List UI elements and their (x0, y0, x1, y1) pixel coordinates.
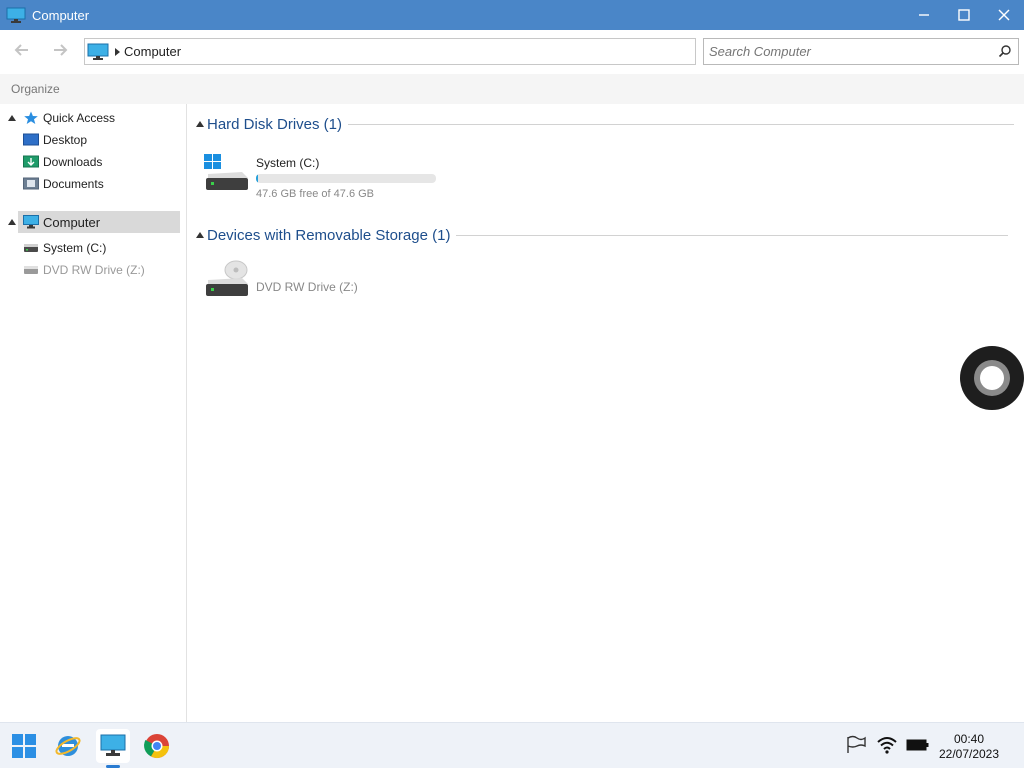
computer-icon (23, 215, 39, 229)
taskbar-internet-explorer[interactable] (51, 729, 85, 763)
assistive-core (980, 366, 1004, 390)
window-title: Computer (32, 7, 90, 23)
title-bar[interactable]: Computer (0, 0, 1024, 30)
group-divider (456, 234, 1009, 236)
command-bar: Organize (0, 74, 1024, 104)
expand-arrow-icon[interactable] (8, 115, 16, 121)
computer-icon (100, 734, 126, 756)
taskbar-chrome[interactable] (140, 729, 174, 763)
documents-folder-icon (23, 177, 39, 191)
sidebar-item-dvd-drive[interactable]: DVD RW Drive (Z:) (0, 259, 187, 281)
internet-explorer-icon (55, 736, 81, 756)
sidebar-item-label: System (C:) (43, 241, 107, 255)
navigation-pane: Quick Access Desktop Downloads Documents… (0, 104, 187, 722)
computer-icon (87, 43, 109, 61)
drive-usage-fill (256, 174, 258, 183)
start-button[interactable] (7, 729, 41, 763)
wifi-icon[interactable] (876, 735, 898, 755)
battery-icon[interactable] (906, 735, 929, 755)
sidebar-item-label: Computer (43, 214, 101, 230)
sidebar-item-label: Desktop (43, 133, 88, 147)
assistive-touch-button[interactable] (960, 346, 1024, 410)
flag-icon[interactable] (845, 735, 867, 755)
sidebar-item-label: Downloads (43, 155, 103, 169)
sidebar-item-computer[interactable]: Computer (8, 211, 180, 233)
sidebar-item-downloads[interactable]: Downloads (0, 151, 187, 173)
taskbar: 00:40 22/07/2023 (0, 722, 1024, 768)
content-pane: Hard Disk Drives (1) System (C:) 47.6 GB… (188, 104, 1024, 722)
sidebar-item-documents[interactable]: Documents (0, 173, 187, 195)
maximize-icon (958, 9, 970, 21)
sidebar-item-label: Documents (43, 177, 104, 191)
back-button[interactable] (10, 40, 34, 64)
chrome-icon (144, 734, 169, 759)
clock-date: 22/07/2023 (938, 747, 1000, 761)
group-divider (348, 123, 1015, 125)
drive-free-space: 47.6 GB free of 47.6 GB (256, 188, 375, 200)
breadcrumb-chevron-icon[interactable] (115, 47, 120, 56)
maximize-button[interactable] (944, 0, 984, 30)
group-title: Devices with Removable Storage (1) (207, 226, 451, 244)
sidebar-item-desktop[interactable]: Desktop (0, 129, 187, 151)
organize-menu[interactable]: Organize (11, 82, 60, 96)
star-icon (23, 111, 39, 125)
downloads-folder-icon (23, 155, 39, 169)
forward-arrow-icon (54, 44, 68, 56)
sidebar-item-quick-access[interactable]: Quick Access (0, 107, 187, 129)
computer-icon (6, 7, 26, 23)
group-header-removable-storage[interactable]: Devices with Removable Storage (1) (196, 224, 1016, 246)
back-arrow-icon (14, 44, 28, 56)
hard-drive-icon (23, 241, 39, 255)
address-bar[interactable]: Computer (84, 38, 696, 65)
sidebar-item-label: DVD RW Drive (Z:) (43, 263, 145, 277)
drive-usage-bar (256, 174, 436, 183)
close-button[interactable] (984, 0, 1024, 30)
navigation-toolbar: Computer (0, 30, 1024, 74)
drive-item-dvd-z[interactable]: DVD RW Drive (Z:) (202, 260, 442, 304)
breadcrumb-computer[interactable]: Computer (124, 44, 181, 59)
search-input[interactable] (709, 44, 989, 59)
minimize-button[interactable] (904, 0, 944, 30)
collapse-arrow-icon[interactable] (196, 232, 204, 238)
dvd-drive-icon (23, 263, 39, 277)
windows-drive-icon (202, 152, 250, 192)
drive-item-system-c[interactable]: System (C:) 47.6 GB free of 47.6 GB (202, 150, 442, 202)
search-box[interactable] (703, 38, 1019, 65)
sidebar-item-label: Quick Access (43, 111, 116, 125)
dvd-drive-icon (202, 260, 250, 300)
clock-time: 00:40 (953, 732, 985, 746)
taskbar-computer[interactable] (96, 729, 130, 763)
windows-start-icon (12, 734, 36, 758)
collapse-arrow-icon[interactable] (196, 121, 204, 127)
system-clock[interactable]: 00:40 22/07/2023 (930, 732, 1008, 762)
drive-name: DVD RW Drive (Z:) (256, 280, 358, 294)
minimize-icon (919, 14, 929, 16)
desktop-folder-icon (23, 133, 39, 147)
sidebar-item-system-c[interactable]: System (C:) (0, 237, 187, 259)
expand-arrow-icon[interactable] (8, 219, 16, 225)
group-title: Hard Disk Drives (1) (207, 115, 343, 133)
close-icon (998, 9, 1010, 21)
group-header-hard-disk-drives[interactable]: Hard Disk Drives (1) (196, 113, 1016, 135)
search-icon[interactable] (998, 44, 1012, 63)
forward-button[interactable] (48, 40, 72, 64)
drive-name: System (C:) (256, 156, 320, 170)
